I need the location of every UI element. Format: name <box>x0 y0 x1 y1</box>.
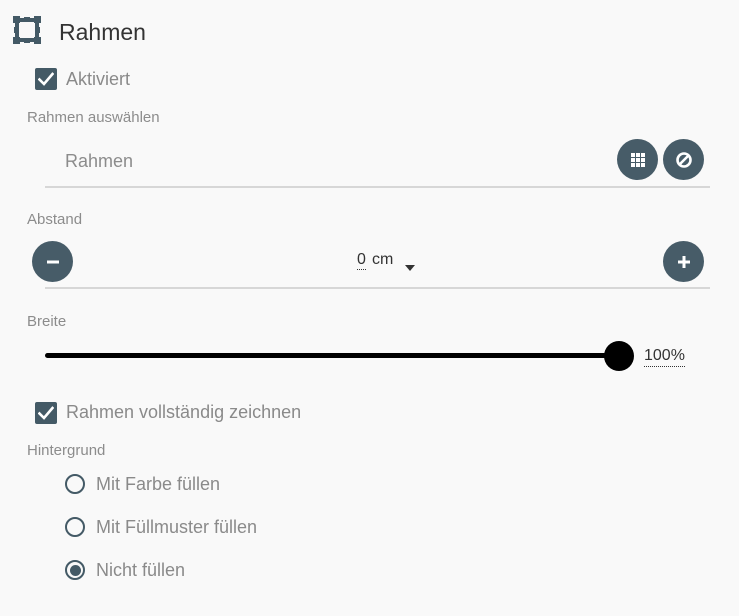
draw-full-label[interactable]: Rahmen vollständig zeichnen <box>66 401 301 423</box>
width-slider-track[interactable] <box>45 353 620 358</box>
radio-no-fill[interactable] <box>65 560 85 580</box>
width-value[interactable]: 100% <box>644 346 685 367</box>
no-frame-button[interactable] <box>663 139 704 180</box>
prohibited-icon <box>675 151 692 168</box>
radio-fill-pattern[interactable] <box>65 517 85 537</box>
enabled-label[interactable]: Aktiviert <box>66 68 130 90</box>
radio-fill-pattern-label[interactable]: Mit Füllmuster füllen <box>96 516 257 538</box>
spacing-decrease-button[interactable] <box>32 241 73 282</box>
draw-full-checkbox[interactable] <box>35 402 57 424</box>
chevron-down-icon[interactable] <box>405 258 415 276</box>
check-icon <box>38 72 54 86</box>
page-title: Rahmen <box>59 19 146 45</box>
frame-select-label: Rahmen auswählen <box>27 109 160 126</box>
frame-icon <box>13 16 41 44</box>
width-label: Breite <box>27 313 67 330</box>
background-label: Hintergrund <box>27 442 106 459</box>
frame-gallery-button[interactable] <box>617 139 658 180</box>
radio-fill-color-label[interactable]: Mit Farbe füllen <box>96 473 220 495</box>
grid-icon <box>630 152 645 167</box>
spacing-value[interactable]: 0 <box>357 251 366 270</box>
minus-icon <box>46 260 59 263</box>
plus-icon <box>677 255 690 268</box>
spacing-unit[interactable]: cm <box>372 251 393 269</box>
frame-select-input[interactable]: Rahmen <box>65 150 133 172</box>
check-icon <box>38 406 54 420</box>
spacing-increase-button[interactable] <box>663 241 704 282</box>
radio-no-fill-label[interactable]: Nicht füllen <box>96 559 185 581</box>
enabled-checkbox[interactable] <box>35 68 57 90</box>
frame-select-underline <box>45 186 710 188</box>
spacing-label: Abstand <box>27 211 83 228</box>
spacing-underline <box>45 287 710 289</box>
radio-fill-color[interactable] <box>65 474 85 494</box>
radio-selected-dot <box>69 564 81 576</box>
width-slider-thumb[interactable] <box>604 341 634 371</box>
